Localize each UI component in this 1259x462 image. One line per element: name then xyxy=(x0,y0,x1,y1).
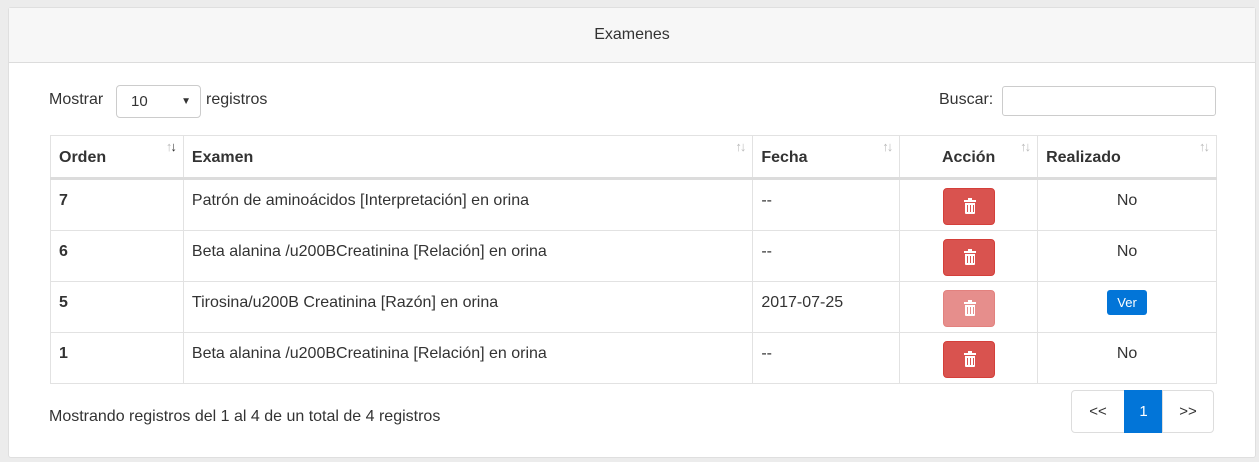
cell-orden: 1 xyxy=(50,332,184,384)
table-row: 7 Patrón de aminoácidos [Interpretación]… xyxy=(50,178,1217,231)
cell-fecha: 2017-07-25 xyxy=(752,281,901,333)
trash-icon xyxy=(963,198,976,214)
column-header-fecha[interactable]: Fecha ↑↓ xyxy=(752,135,901,180)
trash-icon xyxy=(963,300,976,316)
cell-orden: 7 xyxy=(50,178,184,231)
page-length-select[interactable]: 10 ▼ xyxy=(116,85,201,118)
cell-accion xyxy=(899,230,1039,282)
table-row: 1 Beta alanina /u200BCreatinina [Relació… xyxy=(50,332,1217,384)
sort-icon: ↑↓ xyxy=(735,139,746,154)
pagination-page-1[interactable]: 1 xyxy=(1124,390,1163,433)
exams-card: Examenes Mostrar 10 ▼ registros Buscar: … xyxy=(8,7,1256,458)
card-title: Examenes xyxy=(594,26,670,43)
sort-icon: ↑↓ xyxy=(1020,139,1031,154)
cell-examen: Beta alanina /u200BCreatinina [Relación]… xyxy=(182,230,754,282)
delete-button[interactable] xyxy=(942,341,995,378)
exams-table: Orden ↑↓ Examen ↑↓ Fecha ↑↓ Acción ↑↓ Re… xyxy=(50,135,1217,384)
sort-icon: ↑↓ xyxy=(165,139,177,154)
cell-accion xyxy=(899,332,1039,384)
cell-orden: 5 xyxy=(50,281,184,333)
cell-examen: Tirosina/u200B Creatinina [Razón] en ori… xyxy=(182,281,754,333)
cell-fecha: -- xyxy=(752,230,901,282)
sort-icon: ↑↓ xyxy=(882,139,893,154)
table-info: Mostrando registros del 1 al 4 de un tot… xyxy=(49,408,441,425)
delete-button[interactable] xyxy=(942,239,995,276)
search-input[interactable] xyxy=(1002,86,1216,116)
cell-realizado: No xyxy=(1037,178,1217,231)
trash-icon xyxy=(963,249,976,265)
cell-fecha: -- xyxy=(752,332,901,384)
sort-icon: ↑↓ xyxy=(1199,139,1210,154)
trash-icon xyxy=(963,351,976,367)
search-label: Buscar: xyxy=(939,91,994,108)
cell-fecha: -- xyxy=(752,178,901,231)
column-header-accion[interactable]: Acción ↑↓ xyxy=(899,135,1039,180)
chevron-down-icon: ▼ xyxy=(181,96,191,107)
cell-realizado: No xyxy=(1037,332,1217,384)
cell-orden: 6 xyxy=(50,230,184,282)
table-row: 5 Tirosina/u200B Creatinina [Razón] en o… xyxy=(50,281,1217,333)
pagination: << 1 >> xyxy=(1071,390,1214,433)
length-suffix: registros xyxy=(206,91,268,108)
column-header-examen[interactable]: Examen ↑↓ xyxy=(182,135,754,180)
column-header-orden[interactable]: Orden ↑↓ xyxy=(50,135,184,180)
length-label: Mostrar xyxy=(49,91,104,108)
view-button[interactable]: Ver xyxy=(1107,290,1147,315)
cell-realizado: No xyxy=(1037,230,1217,282)
table-row: 6 Beta alanina /u200BCreatinina [Relació… xyxy=(50,230,1217,282)
delete-button-disabled xyxy=(942,290,995,327)
pagination-next[interactable]: >> xyxy=(1162,390,1214,433)
cell-accion xyxy=(899,281,1039,333)
cell-examen: Beta alanina /u200BCreatinina [Relación]… xyxy=(182,332,754,384)
cell-accion xyxy=(899,178,1039,231)
cell-examen: Patrón de aminoácidos [Interpretación] e… xyxy=(182,178,754,231)
pagination-prev[interactable]: << xyxy=(1071,390,1125,433)
column-header-realizado[interactable]: Realizado ↑↓ xyxy=(1037,135,1217,180)
table-header-row: Orden ↑↓ Examen ↑↓ Fecha ↑↓ Acción ↑↓ Re… xyxy=(50,135,1217,180)
delete-button[interactable] xyxy=(942,188,995,225)
card-header: Examenes xyxy=(9,8,1255,63)
cell-realizado: Ver xyxy=(1037,281,1217,333)
page-length-value: 10 xyxy=(131,93,148,110)
